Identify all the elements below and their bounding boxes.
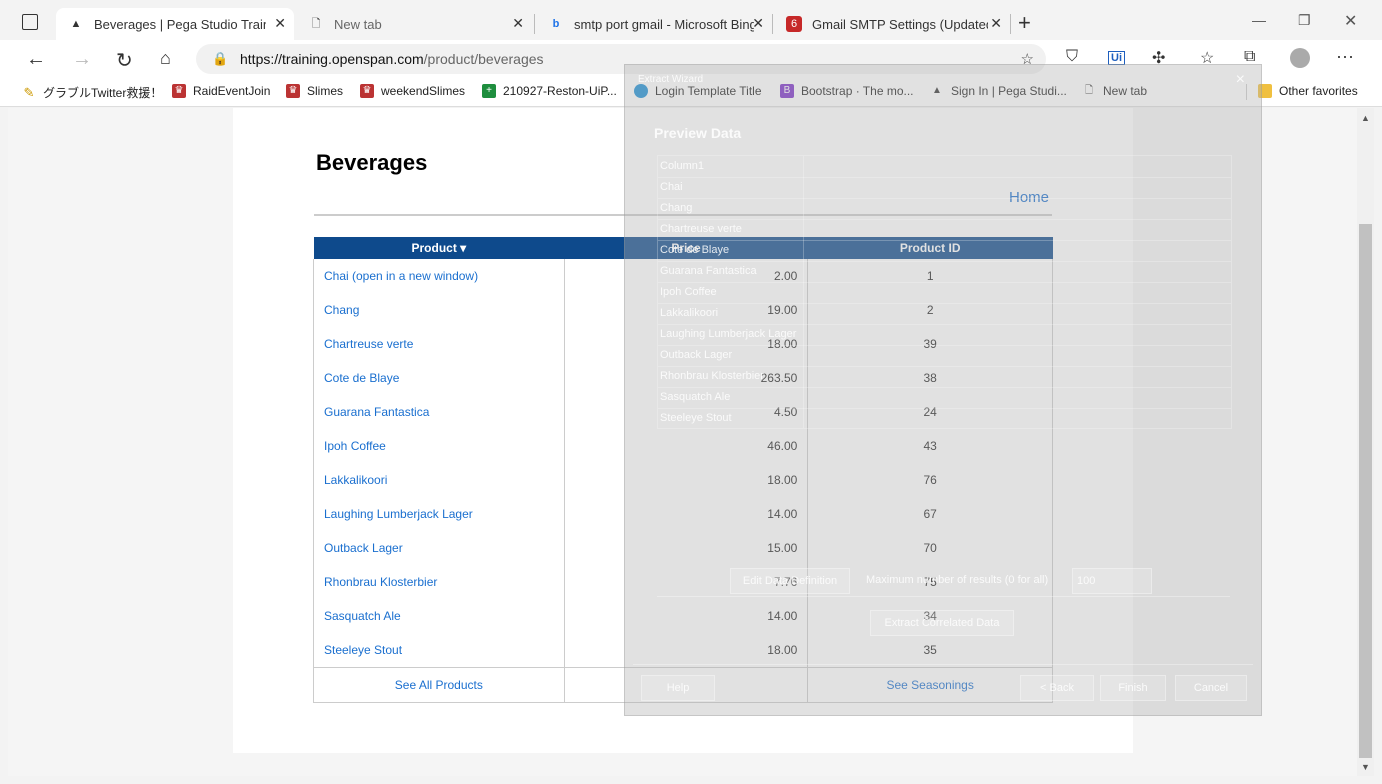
product-link[interactable]: Sasquatch Ale	[313, 599, 565, 633]
tab-actions-icon[interactable]	[22, 14, 38, 30]
tab-title: Beverages | Pega Studio Training	[94, 16, 266, 32]
preview-grid: Column1 Chai Chang Chartreuse verte Cote…	[657, 155, 1232, 429]
grid-row: Laughing Lumberjack Lager	[658, 324, 1231, 346]
grid-header: Column1	[658, 156, 1231, 178]
grid-row: Rhonbrau Klosterbier	[658, 366, 1231, 388]
product-link[interactable]: Chartreuse verte	[313, 327, 565, 361]
scroll-down-icon[interactable]: ▼	[1361, 762, 1370, 772]
grid-row: Guarana Fantastica	[658, 261, 1231, 283]
close-icon[interactable]: ✕	[512, 15, 524, 32]
close-icon[interactable]: ✕	[990, 15, 1002, 32]
extract-correlated-data-button[interactable]: Extract Correlated Data	[870, 610, 1014, 636]
product-link[interactable]: Rhonbrau Klosterbier	[313, 565, 565, 599]
url-text: https://training.openspan.com/product/be…	[240, 51, 544, 67]
finish-button[interactable]: Finish	[1100, 675, 1166, 701]
extract-wizard-dialog: Extract Wizard × Preview Data Column1 Ch…	[624, 64, 1262, 716]
close-icon[interactable]: ✕	[752, 15, 764, 32]
more-icon[interactable]: ···	[1336, 46, 1354, 67]
preview-data-label: Preview Data	[654, 125, 742, 141]
scrollbar-thumb[interactable]	[1359, 224, 1372, 758]
cancel-button[interactable]: Cancel	[1175, 675, 1247, 701]
product-link[interactable]: Cote de Blaye	[313, 361, 565, 395]
restore-icon[interactable]: ❐	[1298, 12, 1311, 29]
forward-icon[interactable]: →	[72, 48, 92, 71]
bookmark-item[interactable]: ♛ weekendSlimes	[360, 84, 465, 98]
bookmark-item[interactable]: ✎ グラブルTwitter救援！	[22, 84, 163, 101]
page-icon: 🗋	[311, 17, 321, 30]
grid-row: Chartreuse verte	[658, 219, 1231, 241]
other-favorites[interactable]: Other favorites	[1258, 84, 1358, 98]
grid-row: Chang	[658, 198, 1231, 220]
bookmark-item[interactable]: ♛ Slimes	[286, 84, 343, 98]
bookmark-item[interactable]: +210927-Reston-UiP...	[482, 84, 617, 98]
page-title: Beverages	[316, 150, 428, 175]
slime-icon: ♛	[286, 84, 300, 98]
sheets-icon: +	[482, 84, 496, 98]
tab-title: smtp port gmail - Microsoft Bing	[574, 16, 754, 32]
dialog-title: Extract Wizard	[638, 74, 704, 85]
product-link[interactable]: Ipoh Coffee	[313, 429, 565, 463]
window-close-icon[interactable]: ✕	[1344, 11, 1357, 31]
bing-icon: b	[552, 18, 560, 30]
grid-row: Lakkalikoori	[658, 303, 1231, 325]
tab-beverages[interactable]: ▲ Beverages | Pega Studio Training ✕	[56, 8, 294, 40]
profile-avatar-icon[interactable]	[1290, 48, 1310, 68]
max-results-label: Maximum number of results (0 for all)	[866, 574, 1049, 586]
refresh-icon[interactable]: ↻	[116, 48, 133, 73]
bookmark-item[interactable]: ♛ RaidEventJoin	[172, 84, 270, 98]
column-header-product[interactable]: Product ▾	[313, 237, 565, 259]
tab-bing[interactable]: b smtp port gmail - Microsoft Bing ✕	[536, 8, 772, 40]
help-button[interactable]: Help	[641, 675, 715, 701]
product-link[interactable]: Chang	[313, 293, 565, 327]
grid-row: Steeleye Stout	[660, 412, 732, 424]
tab-new-tab[interactable]: 🗋 New tab ✕	[296, 8, 532, 40]
product-link[interactable]: Steeleye Stout	[313, 633, 565, 668]
slime-icon: ♛	[172, 84, 186, 98]
close-icon[interactable]: ✕	[274, 15, 286, 32]
product-link[interactable]: Lakkalikoori	[313, 463, 565, 497]
scroll-up-icon[interactable]: ▲	[1361, 113, 1370, 123]
grid-row: Cote de Blaye	[658, 240, 1231, 262]
lock-icon: 🔒	[212, 51, 229, 66]
minimize-icon[interactable]: —	[1252, 12, 1266, 28]
home-icon[interactable]: ⌂	[160, 48, 171, 69]
tab-title: Gmail SMTP Settings (Updated C	[812, 16, 988, 32]
new-tab-icon[interactable]: +	[1018, 10, 1031, 36]
gmail-icon: 6	[786, 16, 802, 32]
tab-title: New tab	[334, 16, 382, 32]
grid-row: Outback Lager	[658, 345, 1231, 367]
grid-row: Sasquatch Ale	[658, 387, 1231, 409]
back-button[interactable]: < Back	[1020, 675, 1094, 701]
tab-gmail-smtp[interactable]: 6 Gmail SMTP Settings (Updated C ✕	[774, 8, 1010, 40]
product-link[interactable]: Guarana Fantastica	[313, 395, 565, 429]
back-icon[interactable]: ←	[26, 48, 46, 71]
pencil-icon: ✎	[23, 84, 35, 100]
product-link[interactable]: Outback Lager	[313, 531, 565, 565]
pega-logo-icon: ▲	[70, 18, 82, 30]
max-results-input[interactable]: 100	[1072, 568, 1152, 594]
edit-data-definition-button[interactable]: Edit Data Definition	[730, 568, 850, 594]
product-link[interactable]: Laughing Lumberjack Lager	[313, 497, 565, 531]
product-link[interactable]: Chai (open in a new window)	[313, 259, 565, 293]
grid-row: Chai	[658, 177, 1231, 199]
see-all-products-link[interactable]: See All Products	[313, 667, 565, 703]
slime-icon: ♛	[360, 84, 374, 98]
close-icon[interactable]: ×	[1236, 71, 1245, 89]
uipath-extension-icon[interactable]: Ui	[1108, 51, 1125, 65]
grid-row: Ipoh Coffee	[658, 282, 1231, 304]
